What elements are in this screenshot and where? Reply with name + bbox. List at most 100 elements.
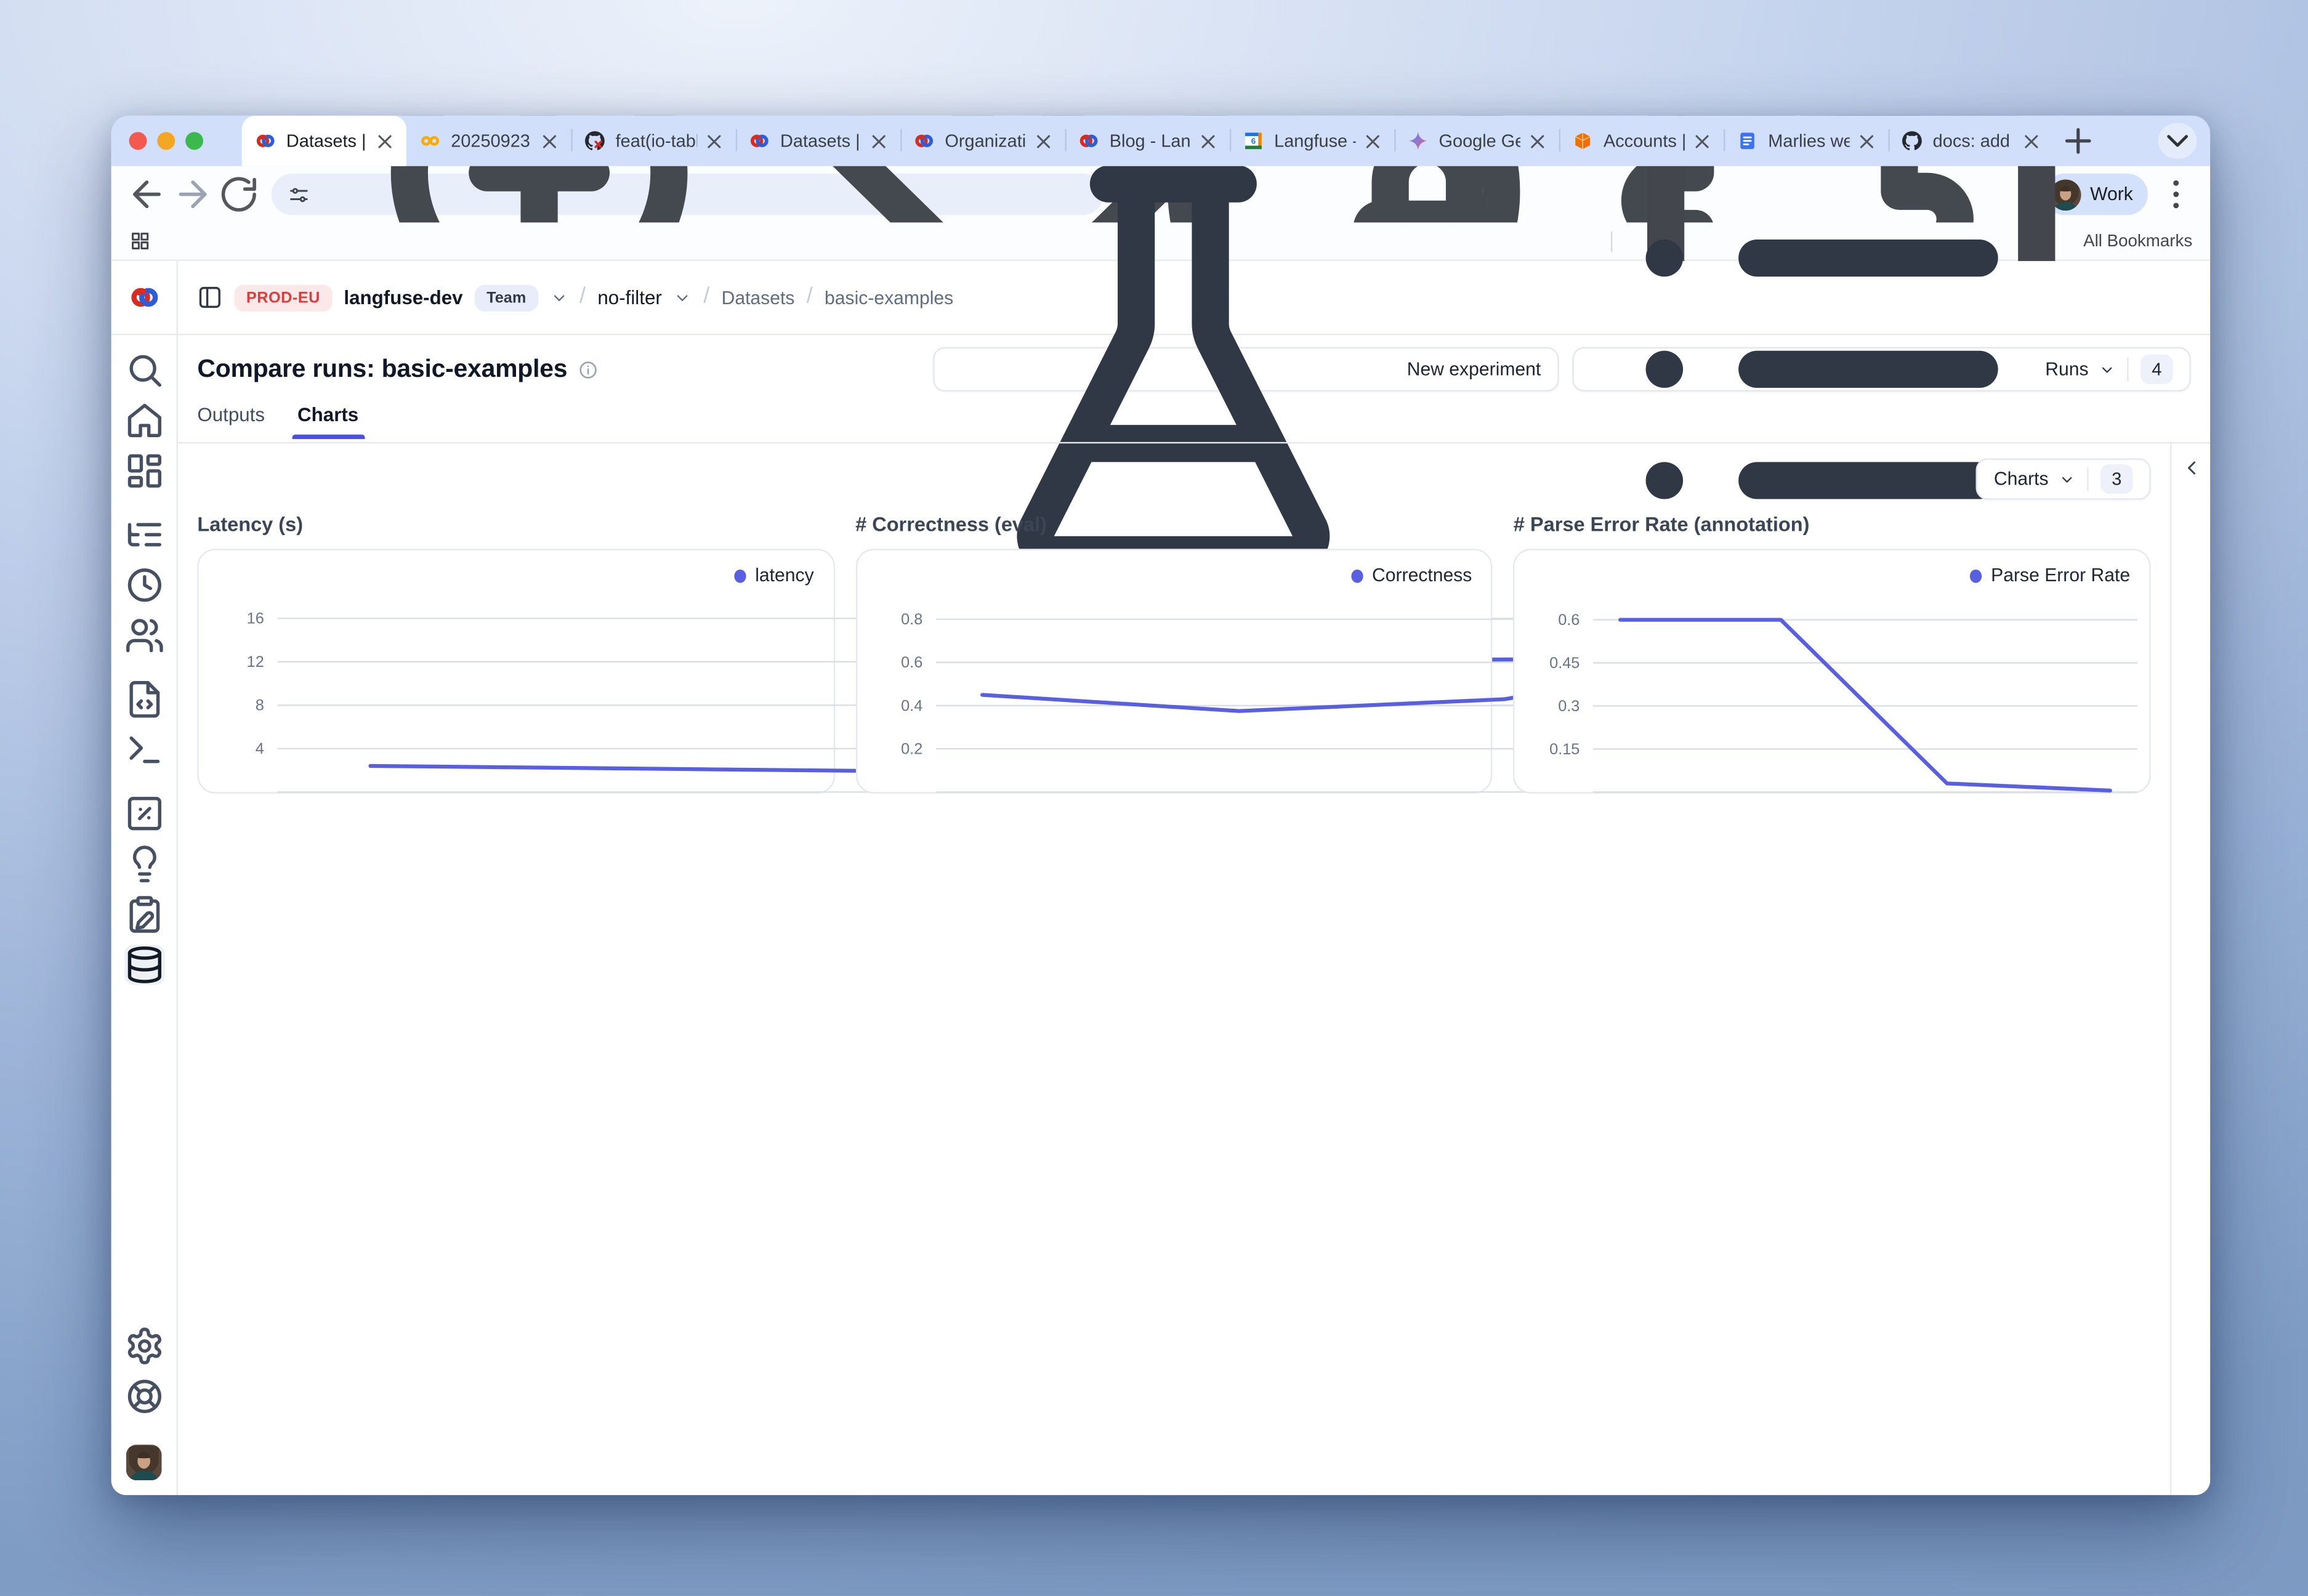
browser-tab[interactable]: Blog - Lang [1065, 116, 1230, 166]
tab-title: docs: add g [1933, 131, 2014, 151]
sidebar-item-annotation[interactable] [124, 895, 164, 935]
forward-button[interactable] [172, 174, 213, 215]
browser-tab[interactable]: 6Langfuse - [1230, 116, 1394, 166]
chart-legend: Correctness [1351, 565, 1472, 586]
sidebar-item-users[interactable] [124, 616, 164, 656]
browser-tab[interactable]: Organizatio [900, 116, 1065, 166]
tab-close-button[interactable] [1033, 130, 1055, 152]
environment-badge[interactable]: PROD-EU [235, 284, 333, 310]
y-tick-label: 0.15 [1550, 741, 1580, 758]
close-icon [2020, 130, 2043, 152]
tab-title: feat(io-tabl [616, 131, 697, 151]
window-controls [129, 116, 203, 166]
tab-close-button[interactable] [1362, 130, 1384, 152]
site-info-icon[interactable] [288, 183, 310, 205]
tab-charts[interactable]: Charts [297, 403, 358, 437]
runs-dropdown-button[interactable]: Runs 4 [1572, 347, 2191, 392]
minimize-window-button[interactable] [157, 132, 175, 150]
tab-close-button[interactable] [1527, 130, 1549, 152]
github-favicon-icon [1902, 131, 1923, 151]
breadcrumb-separator: / [579, 283, 586, 308]
reload-button[interactable] [218, 174, 259, 215]
tab-search-button[interactable] [2158, 123, 2197, 159]
sidebar-item-dashboards[interactable] [124, 451, 164, 491]
y-tick-label: 0.2 [900, 741, 922, 758]
runs-label: Runs [2045, 359, 2088, 380]
breadcrumb-datasets-link[interactable]: Datasets [722, 287, 795, 308]
browser-tab[interactable]: 20250923 [406, 116, 571, 166]
browser-tab[interactable]: Google Ger [1394, 116, 1559, 166]
tab-close-button[interactable] [703, 130, 725, 152]
zoom-window-button[interactable] [185, 132, 203, 150]
tab-close-button[interactable] [868, 130, 890, 152]
sidebar-item-tracing[interactable] [124, 515, 164, 555]
langfuse-app: PROD-EU langfuse-dev Team / no-filter / … [111, 261, 2210, 1495]
tab-close-button[interactable] [1197, 130, 1219, 152]
browser-tab[interactable]: docs: add g [1888, 116, 2052, 166]
all-bookmarks-button[interactable]: All Bookmarks [2083, 232, 2192, 250]
y-tick-label: 8 [256, 697, 264, 714]
langfuse-favicon-icon [1078, 131, 1099, 151]
line-chart: 0.150.30.450.6 [1515, 550, 2150, 795]
breadcrumb-dataset-name[interactable]: basic-examples [825, 287, 953, 308]
plan-badge[interactable]: Team [475, 284, 538, 310]
legend-dot-icon [1970, 569, 1982, 582]
tab-close-button[interactable] [1691, 130, 1713, 152]
collapse-panel-button[interactable] [2180, 457, 2202, 479]
new-experiment-label: New experiment [1407, 359, 1541, 380]
terminal-icon [124, 730, 164, 770]
page-tabs: Outputs Charts [178, 403, 2210, 443]
y-tick-label: 4 [256, 740, 264, 757]
sidebar-toggle-icon[interactable] [197, 284, 222, 310]
sidebar-item-datasets[interactable] [124, 945, 164, 985]
legend-label: Correctness [1372, 565, 1472, 586]
sidebar-item-search[interactable] [124, 350, 164, 390]
github-x-favicon-icon [584, 131, 605, 151]
langfuse-favicon-icon [749, 131, 770, 151]
close-window-button[interactable] [129, 132, 147, 150]
browser-tab[interactable]: Marlies wee [1724, 116, 1888, 166]
charts-content: Charts 3 Latency (s)latency481216# Corre… [178, 443, 2210, 1495]
browser-tab[interactable]: Datasets | l [242, 116, 406, 166]
sidebar-item-evaluation[interactable] [124, 794, 164, 834]
sidebar-item-playground[interactable] [124, 730, 164, 770]
back-button[interactable] [126, 174, 167, 215]
home-icon [124, 400, 164, 440]
tab-close-button[interactable] [2020, 130, 2043, 152]
langfuse-logo[interactable] [111, 261, 177, 335]
chevron-down-icon[interactable] [674, 289, 692, 307]
browser-tab[interactable]: Accounts | [1559, 116, 1724, 166]
tab-close-button[interactable] [538, 130, 560, 152]
user-avatar[interactable] [126, 1445, 162, 1480]
divider [2127, 358, 2128, 382]
browser-tab[interactable]: Datasets | l [736, 116, 900, 166]
chart-card: Parse Error Rate0.150.30.450.6 [1514, 549, 2151, 793]
sidebar-item-sessions[interactable] [124, 565, 164, 605]
sidebar-item-llm-as-a-judge[interactable] [124, 844, 164, 884]
sidebar-item-support[interactable] [124, 1376, 164, 1416]
close-icon [1855, 130, 1878, 152]
chart-card: latency481216 [197, 549, 834, 793]
chart-block: Latency (s)latency481216 [197, 513, 834, 793]
tab-title: Accounts | [1604, 131, 1685, 151]
tab-close-button[interactable] [1855, 130, 1878, 152]
new-tab-button[interactable] [2059, 122, 2097, 161]
project-name[interactable]: no-filter [597, 286, 661, 308]
browser-tab[interactable]: feat(io-tabl [571, 116, 735, 166]
tab-close-button[interactable] [374, 130, 396, 152]
chevron-down-icon[interactable] [550, 289, 568, 307]
sidebar-item-settings[interactable] [124, 1326, 164, 1366]
arrow-right-icon [172, 174, 213, 215]
divider [2087, 467, 2088, 491]
new-experiment-button[interactable]: New experiment [934, 347, 1559, 392]
close-icon [1197, 130, 1219, 152]
sidebar-item-prompts[interactable] [124, 679, 164, 719]
info-icon[interactable] [579, 360, 599, 379]
organization-name[interactable]: langfuse-dev [344, 286, 462, 308]
apps-grid-icon[interactable] [129, 230, 151, 252]
list-tree-icon [124, 515, 164, 555]
tab-outputs[interactable]: Outputs [197, 403, 265, 437]
langfuse-logo-icon [128, 282, 159, 313]
charts-dropdown-button[interactable]: Charts 3 [1976, 458, 2151, 499]
sidebar-item-home[interactable] [124, 400, 164, 440]
